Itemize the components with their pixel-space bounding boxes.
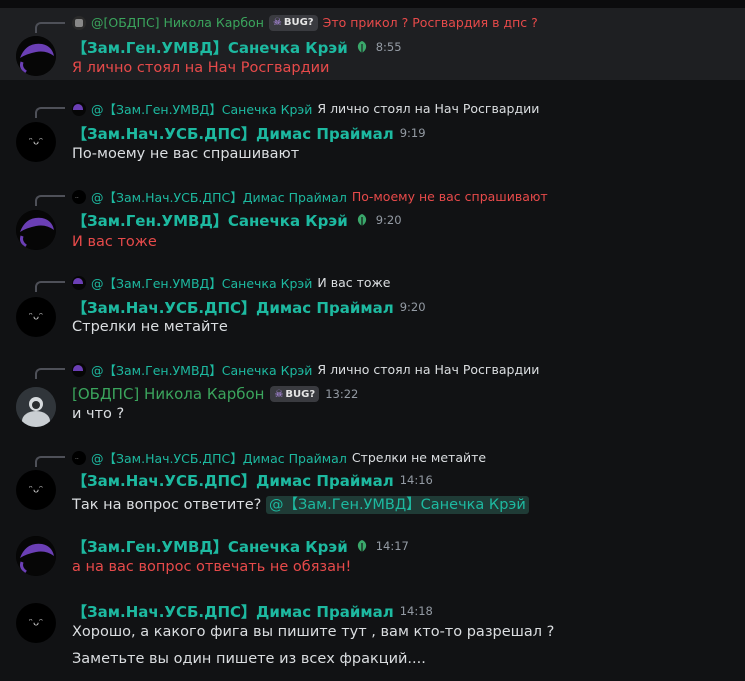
- message-text: Так на вопрос ответите? @【Зам.Ген.УМВД】С…: [72, 493, 529, 514]
- reply-author[interactable]: @【Зам.Ген.УМВД】Санечка Крэй: [91, 99, 312, 118]
- timestamp: 14:18: [399, 604, 433, 618]
- message-text: И вас тоже: [72, 234, 157, 250]
- reply-avatar: ··: [72, 189, 86, 204]
- timestamp: 9:20: [375, 213, 402, 227]
- message-3[interactable]: ·· @【Зам.Нач.УСБ.ДПС】Димас Праймал По-мо…: [0, 183, 745, 258]
- reply-spine: [35, 368, 65, 379]
- avatar[interactable]: [16, 210, 56, 250]
- reply-avatar: [72, 101, 86, 116]
- message-7[interactable]: 【Зам.Ген.УМВД】Санечка Крэй 14:17 а на ва…: [0, 533, 745, 589]
- author-name[interactable]: 【Зам.Нач.УСБ.ДПС】Димас Праймал: [72, 470, 394, 491]
- reply-text: Это прикол ? Росгвардия в дпс ?: [322, 15, 538, 30]
- avatar[interactable]: ᵔᴗᵔ: [16, 297, 56, 337]
- message-text: Хорошо, а какого фига вы пишите тут , ва…: [72, 624, 555, 640]
- reply-spine: [35, 281, 65, 292]
- leaf-role-icon: [357, 214, 366, 226]
- message-4[interactable]: @【Зам.Ген.УМВД】Санечка Крэй И вас тоже ᵔ…: [0, 271, 745, 343]
- reply-author[interactable]: @[ОБДПС] Никола Карбон: [91, 15, 264, 30]
- purple-cat-avatar-icon: [16, 36, 56, 76]
- reply-avatar: [72, 275, 86, 290]
- reply-preview[interactable]: ·· @【Зам.Нач.УСБ.ДПС】Димас Праймал По-мо…: [72, 188, 548, 205]
- message-header: 【Зам.Ген.УМВД】Санечка Крэй 9:20: [72, 209, 402, 231]
- reply-spine: [35, 456, 65, 467]
- message-8[interactable]: ᵔᴗᵔ 【Зам.Нач.УСБ.ДПС】Димас Праймал 14:18…: [0, 600, 745, 681]
- author-name[interactable]: 【Зам.Ген.УМВД】Санечка Крэй: [72, 37, 348, 58]
- message-header: 【Зам.Ген.УМВД】Санечка Крэй 8:55: [72, 36, 402, 58]
- message-text: Я лично стоял на Нач Росгвардии: [72, 60, 330, 76]
- reply-author[interactable]: @【Зам.Ген.УМВД】Санечка Крэй: [91, 273, 312, 292]
- reply-text: Стрелки не метайте: [351, 450, 487, 465]
- avatar[interactable]: [16, 387, 56, 427]
- timestamp: 9:20: [399, 300, 426, 314]
- dark-face-avatar-icon: ᵔᴗᵔ: [28, 484, 44, 496]
- author-name[interactable]: 【Зам.Нач.УСБ.ДПС】Димас Праймал: [72, 297, 394, 318]
- message-text: а на вас вопрос отвечать не обязан!: [72, 559, 352, 575]
- reply-text: Я лично стоял на Нач Росгвардии: [317, 362, 540, 377]
- reply-spine: [35, 195, 65, 206]
- avatar[interactable]: ᵔᴗᵔ: [16, 603, 56, 643]
- reply-avatar: [72, 15, 86, 30]
- reply-preview[interactable]: @【Зам.Ген.УМВД】Санечка Крэй И вас тоже: [72, 274, 390, 291]
- reply-text: Я лично стоял на Нач Росгвардии: [317, 101, 540, 116]
- timestamp: 14:16: [399, 473, 433, 487]
- reply-author[interactable]: @【Зам.Ген.УМВД】Санечка Крэй: [91, 360, 312, 379]
- reply-text: И вас тоже: [317, 275, 391, 290]
- reply-preview[interactable]: @【Зам.Ген.УМВД】Санечка Крэй Я лично стоя…: [72, 361, 539, 378]
- timestamp: 14:17: [375, 539, 409, 553]
- author-name[interactable]: 【Зам.Ген.УМВД】Санечка Крэй: [72, 210, 348, 231]
- purple-cat-avatar-icon: [16, 536, 56, 576]
- message-6[interactable]: ·· @【Зам.Нач.УСБ.ДПС】Димас Праймал Стрел…: [0, 444, 745, 518]
- author-name[interactable]: [ОБДПС] Никола Карбон: [72, 385, 264, 403]
- avatar[interactable]: ᵔᴗᵔ: [16, 122, 56, 162]
- message-text-line-2: Заметьте вы один пишете из всех фракций.…: [72, 651, 426, 667]
- timestamp: 8:55: [375, 40, 402, 54]
- message-header: 【Зам.Ген.УМВД】Санечка Крэй 14:17: [72, 535, 409, 557]
- leaf-role-icon: [357, 540, 366, 552]
- message-header: 【Зам.Нач.УСБ.ДПС】Димас Праймал 9:20: [72, 296, 426, 318]
- bug-badge: ☠ BUG?: [270, 386, 320, 402]
- purple-cat-avatar-icon: [16, 210, 56, 250]
- reply-preview[interactable]: ·· @【Зам.Нач.УСБ.ДПС】Димас Праймал Стрел…: [72, 449, 486, 466]
- message-text: По-моему не вас спрашивают: [72, 146, 300, 162]
- author-name[interactable]: 【Зам.Ген.УМВД】Санечка Крэй: [72, 536, 348, 557]
- leaf-role-icon: [357, 41, 366, 53]
- reply-avatar: [72, 362, 86, 377]
- avatar[interactable]: ᵔᴗᵔ: [16, 470, 56, 510]
- message-header: [ОБДПС] Никола Карбон ☠ BUG? 13:22: [72, 383, 358, 405]
- bug-badge: ☠ BUG?: [268, 14, 318, 31]
- message-5[interactable]: @【Зам.Ген.УМВД】Санечка Крэй Я лично стоя…: [0, 358, 745, 430]
- reply-author[interactable]: @【Зам.Нач.УСБ.ДПС】Димас Праймал: [91, 187, 347, 206]
- reply-author[interactable]: @【Зам.Нач.УСБ.ДПС】Димас Праймал: [91, 448, 347, 467]
- author-name[interactable]: 【Зам.Нач.УСБ.ДПС】Димас Праймал: [72, 601, 394, 622]
- message-header: 【Зам.Нач.УСБ.ДПС】Димас Праймал 14:18: [72, 600, 433, 622]
- hooded-figure-avatar-icon: [16, 387, 56, 427]
- skull-icon: ☠: [272, 17, 282, 28]
- avatar[interactable]: [16, 36, 56, 76]
- message-header: 【Зам.Нач.УСБ.ДПС】Димас Праймал 14:16: [72, 469, 433, 491]
- reply-avatar: ··: [72, 450, 86, 465]
- timestamp: 9:19: [399, 126, 426, 140]
- message-header: 【Зам.Нач.УСБ.ДПС】Димас Праймал 9:19: [72, 122, 426, 144]
- reply-preview[interactable]: @[ОБДПС] Никола Карбон ☠ BUG? Это прикол …: [72, 14, 538, 31]
- message-1[interactable]: @[ОБДПС] Никола Карбон ☠ BUG? Это прикол …: [0, 8, 745, 80]
- avatar[interactable]: [16, 536, 56, 576]
- dark-face-avatar-icon: ᵔᴗᵔ: [28, 311, 44, 323]
- reply-spine: [35, 22, 65, 33]
- author-name[interactable]: 【Зам.Нач.УСБ.ДПС】Димас Праймал: [72, 123, 394, 144]
- user-mention[interactable]: @【Зам.Ген.УМВД】Санечка Крэй: [265, 496, 529, 514]
- timestamp: 13:22: [325, 387, 359, 401]
- reply-text: По-моему не вас спрашивают: [351, 189, 548, 204]
- reply-spine: [35, 107, 65, 118]
- dark-face-avatar-icon: ᵔᴗᵔ: [28, 136, 44, 148]
- skull-icon: ☠: [274, 388, 284, 400]
- dark-face-avatar-icon: ᵔᴗᵔ: [28, 617, 44, 629]
- message-text: и что ?: [72, 406, 125, 422]
- message-text-body: Так на вопрос ответите?: [72, 497, 262, 513]
- message-2[interactable]: @【Зам.Ген.УМВД】Санечка Крэй Я лично стоя…: [0, 97, 745, 167]
- top-edge: [0, 0, 745, 8]
- message-text: Стрелки не метайте: [72, 319, 228, 335]
- reply-preview[interactable]: @【Зам.Ген.УМВД】Санечка Крэй Я лично стоя…: [72, 100, 539, 117]
